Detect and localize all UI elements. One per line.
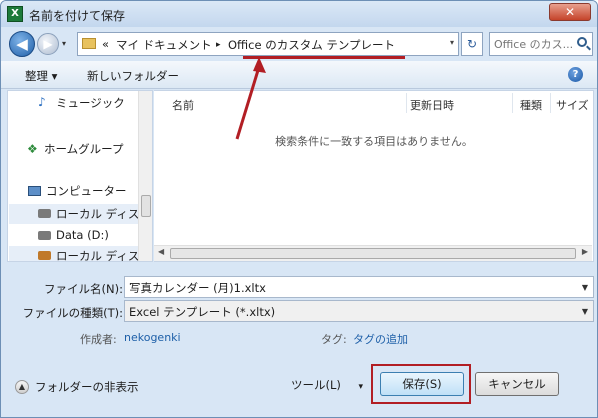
back-button[interactable]: ◀ xyxy=(9,31,35,57)
cancel-button[interactable]: キャンセル xyxy=(475,372,559,396)
annotation-highlight-box xyxy=(371,364,471,404)
homegroup-icon: ❖ xyxy=(27,142,38,156)
sidebar-item-homegroup[interactable]: ホームグループ xyxy=(44,141,123,157)
command-bar: 整理 ▾ 新しいフォルダー ? xyxy=(1,61,597,89)
forward-button[interactable]: ▶ xyxy=(37,33,59,55)
column-modified[interactable]: 更新日時 xyxy=(410,97,454,113)
save-as-dialog: X 名前を付けて保存 ✕ ◀ ▶ ▾ « マイ ドキュメント ▸ Office … xyxy=(0,0,598,418)
chevron-down-icon[interactable]: ▾ xyxy=(359,382,364,392)
tools-label[interactable]: ツール(L) xyxy=(291,378,341,392)
breadcrumb-overflow[interactable]: « xyxy=(102,37,109,51)
breadcrumb-my-documents[interactable]: マイ ドキュメント xyxy=(116,37,212,53)
column-size[interactable]: サイズ xyxy=(556,97,589,113)
tools-menu[interactable]: ツール(L) ▾ xyxy=(291,377,363,393)
sidebar-item-computer[interactable]: コンピューター xyxy=(46,183,127,199)
refresh-button[interactable]: ↻ xyxy=(461,32,483,56)
chevron-down-icon[interactable]: ▼ xyxy=(582,283,588,292)
data-drive-icon xyxy=(38,231,51,240)
tags-label: タグ: xyxy=(321,333,347,346)
hide-folders-label[interactable]: フォルダーの非表示 xyxy=(35,379,139,395)
folder-icon xyxy=(82,38,96,49)
search-box[interactable] xyxy=(489,32,593,56)
organize-menu[interactable]: 整理 ▾ xyxy=(25,68,57,84)
search-icon[interactable] xyxy=(577,37,587,47)
address-dropdown-icon[interactable]: ▾ xyxy=(450,38,454,47)
filetype-label: ファイルの種類(T): xyxy=(22,306,123,320)
local-disk-icon xyxy=(38,209,51,218)
music-icon: ♪ xyxy=(38,95,46,109)
search-input[interactable] xyxy=(494,36,576,52)
sidebar-item-data-d[interactable]: Data (D:) xyxy=(56,228,109,242)
column-type[interactable]: 種類 xyxy=(520,97,542,113)
sidebar-item-music[interactable]: ミュージック xyxy=(56,95,125,111)
breadcrumb-custom-templates[interactable]: Office のカスタム テンプレート xyxy=(228,37,395,53)
scroll-right-icon[interactable]: ▶ xyxy=(582,247,588,256)
file-list: 名前 更新日時 種類 サイズ 検索条件に一致する項目はありません。 ◀ ▶ xyxy=(154,90,594,262)
filename-value[interactable]: 写真カレンダー (月)1.xltx xyxy=(129,281,266,295)
annotation-arrow xyxy=(235,57,266,140)
scrollbar-thumb[interactable] xyxy=(141,195,151,217)
column-divider[interactable] xyxy=(550,93,551,113)
nav-scrollbar[interactable] xyxy=(138,91,152,261)
new-folder-button[interactable]: 新しいフォルダー xyxy=(87,68,179,84)
computer-icon xyxy=(28,186,41,196)
help-icon[interactable]: ? xyxy=(568,67,583,82)
dialog-title: 名前を付けて保存 xyxy=(29,9,126,23)
sidebar-item-local-disk-c[interactable]: ローカル ディス xyxy=(56,206,139,222)
author-label: 作成者: xyxy=(80,333,117,346)
column-divider[interactable] xyxy=(406,93,407,113)
filetype-select[interactable]: Excel テンプレート (*.xltx) ▼ xyxy=(124,300,594,322)
close-button[interactable]: ✕ xyxy=(549,3,591,21)
excel-app-icon: X xyxy=(7,6,23,22)
filename-label: ファイル名(N): xyxy=(44,282,123,296)
recent-locations-dropdown[interactable]: ▾ xyxy=(62,39,66,48)
chevron-up-icon: ▲ xyxy=(15,380,29,394)
horizontal-scrollbar[interactable]: ◀ ▶ xyxy=(154,245,592,261)
chevron-down-icon[interactable]: ▼ xyxy=(582,307,588,316)
title-bar: X 名前を付けて保存 ✕ xyxy=(1,1,597,27)
filename-field[interactable]: 写真カレンダー (月)1.xltx ▼ xyxy=(124,276,594,298)
scroll-left-icon[interactable]: ◀ xyxy=(158,247,164,256)
column-divider[interactable] xyxy=(512,93,513,113)
add-tag-link[interactable]: タグの追加 xyxy=(353,331,408,347)
scrollbar-thumb[interactable] xyxy=(170,248,576,259)
breadcrumb-separator-icon[interactable]: ▸ xyxy=(216,40,221,50)
filetype-value[interactable]: Excel テンプレート (*.xltx) xyxy=(129,305,275,319)
column-name[interactable]: 名前 xyxy=(172,97,194,113)
sidebar-item-local-disk-e[interactable]: ローカル ディス xyxy=(56,248,139,261)
empty-message: 検索条件に一致する項目はありません。 xyxy=(275,135,473,148)
author-value[interactable]: nekogenki xyxy=(124,331,181,344)
navigation-pane: ♪ ミュージック ❖ ホームグループ コンピューター ローカル ディス Data… xyxy=(7,90,153,262)
local-disk-orange-icon xyxy=(38,251,51,260)
